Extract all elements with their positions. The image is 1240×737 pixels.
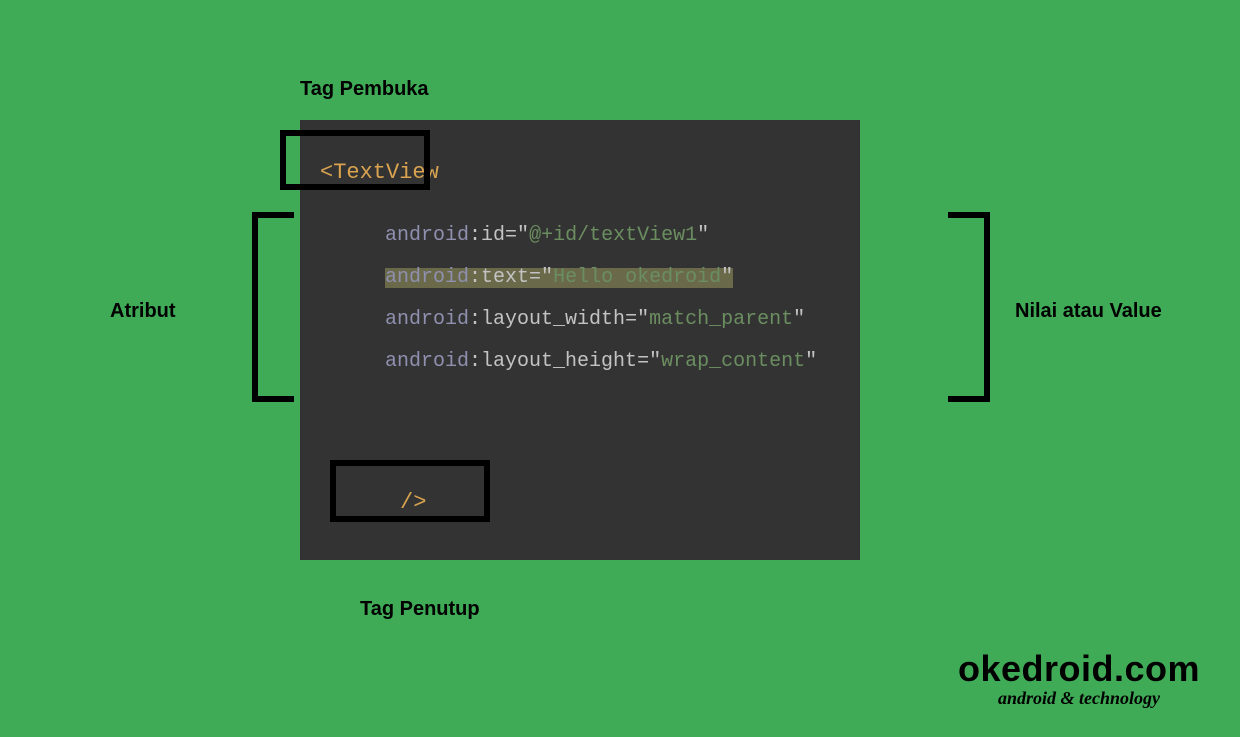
xml-namespace: android xyxy=(385,350,469,373)
tag-close-label: Tag Penutup xyxy=(360,598,480,621)
value-bracket xyxy=(948,212,990,402)
watermark: okedroid.com android & technology xyxy=(958,648,1200,709)
close-tag-frame xyxy=(330,460,490,522)
xml-attr-value: Hello okedroid xyxy=(553,266,721,289)
tagline-amp: & xyxy=(1060,688,1074,708)
xml-attr-value: @+id/textView1 xyxy=(529,224,697,247)
attribute-bracket xyxy=(252,212,294,402)
xml-attr-name: layout_height xyxy=(481,350,637,373)
xml-attr-line: android:layout_height="wrap_content" xyxy=(385,352,817,372)
xml-namespace: android xyxy=(385,224,469,247)
xml-attr-value: match_parent xyxy=(649,308,793,331)
xml-attr-name: id xyxy=(481,224,505,247)
xml-attr-line-highlighted: android:text="Hello okedroid" xyxy=(385,268,733,288)
xml-attr-line: android:id="@+id/textView1" xyxy=(385,226,709,246)
xml-namespace: android xyxy=(385,308,469,331)
tagline-before: android xyxy=(998,688,1061,708)
attribute-label: Atribut xyxy=(110,300,176,323)
xml-attr-name: text xyxy=(481,266,529,289)
open-tag-frame xyxy=(280,130,430,190)
xml-namespace: android xyxy=(385,266,469,289)
xml-attr-name: layout_width xyxy=(481,308,625,331)
tagline-after: technology xyxy=(1075,688,1161,708)
watermark-tagline: android & technology xyxy=(958,688,1200,709)
xml-attr-line: android:layout_width="match_parent" xyxy=(385,310,805,330)
xml-attr-value: wrap_content xyxy=(661,350,805,373)
watermark-brand: okedroid.com xyxy=(958,648,1200,690)
tag-open-label: Tag Pembuka xyxy=(300,78,429,101)
value-label: Nilai atau Value xyxy=(1015,300,1162,323)
